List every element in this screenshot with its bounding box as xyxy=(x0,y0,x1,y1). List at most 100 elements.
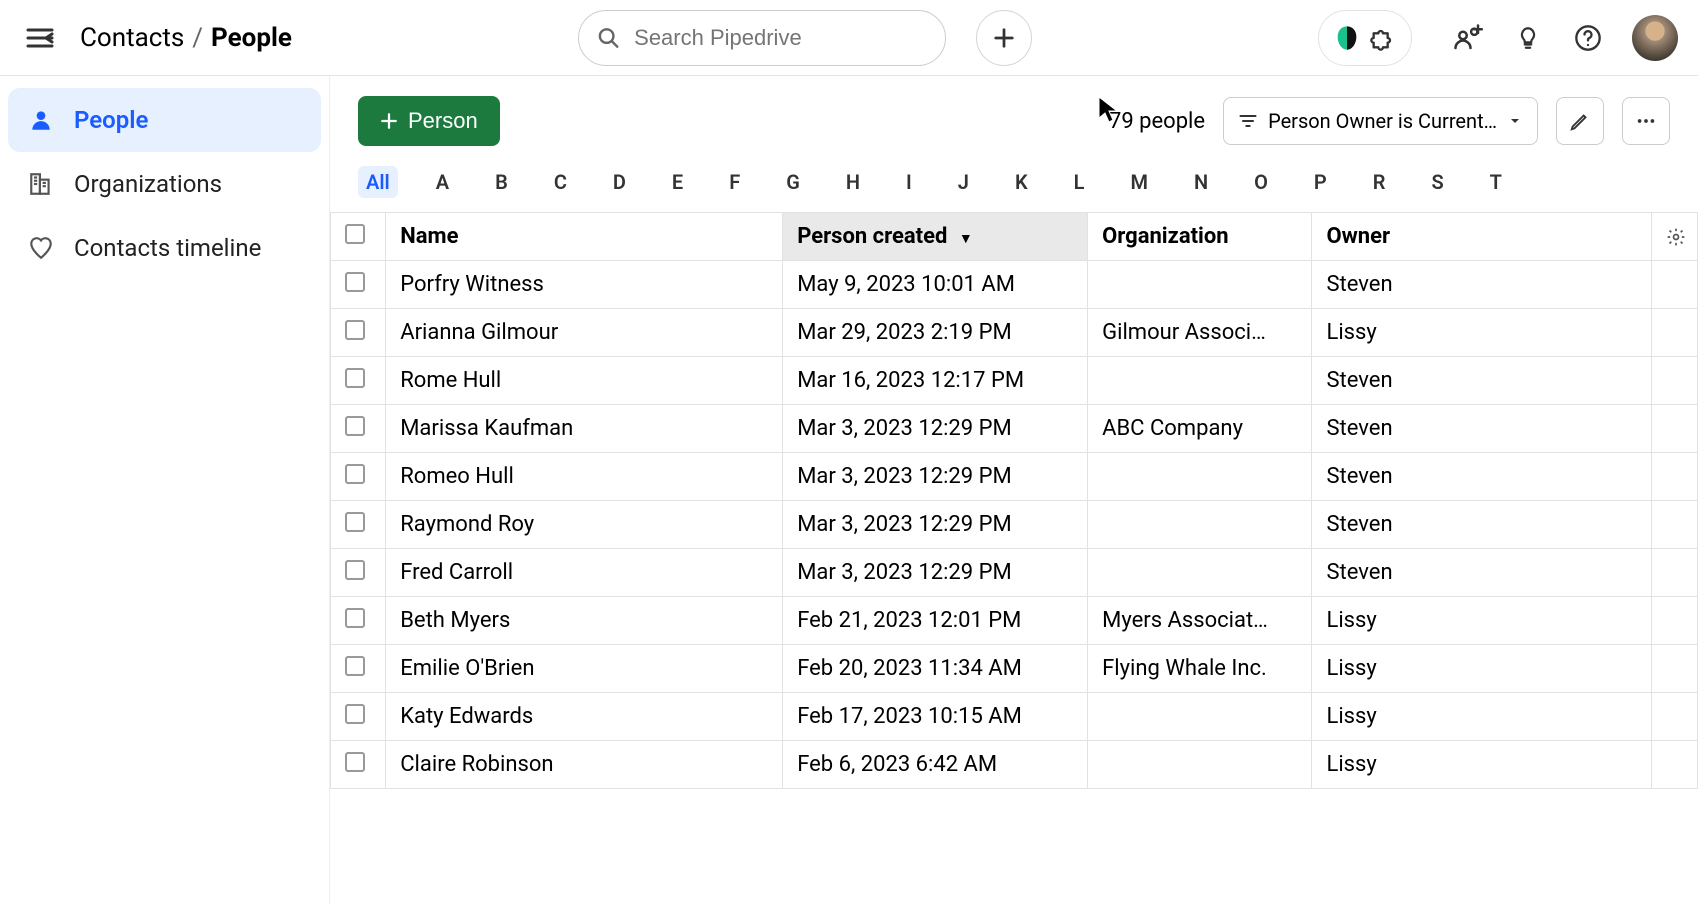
row-checkbox[interactable] xyxy=(345,320,365,340)
cell-name[interactable]: Raymond Roy xyxy=(386,501,783,549)
help-button[interactable] xyxy=(1572,22,1604,54)
table-row[interactable]: Rome HullMar 16, 2023 12:17 PMSteven xyxy=(331,357,1698,405)
table-row[interactable]: Fred CarrollMar 3, 2023 12:29 PMSteven xyxy=(331,549,1698,597)
row-select-cell[interactable] xyxy=(331,741,386,789)
row-select-cell[interactable] xyxy=(331,453,386,501)
cell-name[interactable]: Beth Myers xyxy=(386,597,783,645)
cell-name[interactable]: Marissa Kaufman xyxy=(386,405,783,453)
cell-owner[interactable]: Lissy xyxy=(1312,309,1651,357)
cell-organization[interactable]: ABC Company xyxy=(1088,405,1312,453)
sidebar-item-organizations[interactable]: Organizations xyxy=(8,152,321,216)
more-options-button[interactable] xyxy=(1622,97,1670,145)
sidebar-item-timeline[interactable]: Contacts timeline xyxy=(8,216,321,280)
alpha-letter-l[interactable]: L xyxy=(1066,166,1093,198)
row-select-cell[interactable] xyxy=(331,405,386,453)
alpha-letter-k[interactable]: K xyxy=(1007,166,1036,198)
alpha-letter-p[interactable]: P xyxy=(1306,166,1335,198)
edit-columns-button[interactable] xyxy=(1556,97,1604,145)
table-row[interactable]: Beth MyersFeb 21, 2023 12:01 PMMyers Ass… xyxy=(331,597,1698,645)
alpha-letter-e[interactable]: E xyxy=(664,166,691,198)
search-container[interactable] xyxy=(578,10,946,66)
row-checkbox[interactable] xyxy=(345,752,365,772)
row-checkbox[interactable] xyxy=(345,560,365,580)
user-avatar[interactable] xyxy=(1632,15,1678,61)
alpha-letter-g[interactable]: G xyxy=(778,166,808,198)
row-checkbox[interactable] xyxy=(345,464,365,484)
tips-button[interactable] xyxy=(1512,22,1544,54)
add-person-button[interactable]: Person xyxy=(358,96,500,146)
invite-users-button[interactable] xyxy=(1452,22,1484,54)
cell-name[interactable]: Fred Carroll xyxy=(386,549,783,597)
alpha-letter-i[interactable]: I xyxy=(898,166,920,198)
cell-name[interactable]: Arianna Gilmour xyxy=(386,309,783,357)
cell-organization[interactable]: Gilmour Associ… xyxy=(1088,309,1312,357)
alpha-letter-c[interactable]: C xyxy=(546,166,575,198)
row-select-cell[interactable] xyxy=(331,309,386,357)
cell-organization[interactable]: Myers Associat… xyxy=(1088,597,1312,645)
cell-owner[interactable]: Steven xyxy=(1312,357,1651,405)
cell-organization[interactable] xyxy=(1088,261,1312,309)
table-row[interactable]: Emilie O'BrienFeb 20, 2023 11:34 AMFlyin… xyxy=(331,645,1698,693)
cell-organization[interactable] xyxy=(1088,453,1312,501)
table-row[interactable]: Claire RobinsonFeb 6, 2023 6:42 AMLissy xyxy=(331,741,1698,789)
select-all-header[interactable] xyxy=(331,213,386,261)
row-select-cell[interactable] xyxy=(331,597,386,645)
cell-name[interactable]: Katy Edwards xyxy=(386,693,783,741)
row-checkbox[interactable] xyxy=(345,416,365,436)
table-row[interactable]: Porfry WitnessMay 9, 2023 10:01 AMSteven xyxy=(331,261,1698,309)
row-select-cell[interactable] xyxy=(331,645,386,693)
cell-name[interactable]: Rome Hull xyxy=(386,357,783,405)
cell-organization[interactable]: Flying Whale Inc. xyxy=(1088,645,1312,693)
table-row[interactable]: Arianna GilmourMar 29, 2023 2:19 PMGilmo… xyxy=(331,309,1698,357)
column-organization[interactable]: Organization xyxy=(1088,213,1312,261)
alpha-letter-s[interactable]: S xyxy=(1423,166,1451,198)
menu-toggle-button[interactable] xyxy=(20,18,60,58)
add-button[interactable] xyxy=(976,10,1032,66)
alpha-letter-d[interactable]: D xyxy=(605,166,634,198)
cell-name[interactable]: Emilie O'Brien xyxy=(386,645,783,693)
cell-owner[interactable]: Steven xyxy=(1312,453,1651,501)
sidebar-item-people[interactable]: People xyxy=(8,88,321,152)
column-settings[interactable] xyxy=(1651,213,1697,261)
alpha-letter-f[interactable]: F xyxy=(721,166,748,198)
alpha-letter-n[interactable]: N xyxy=(1186,166,1216,198)
row-checkbox[interactable] xyxy=(345,368,365,388)
breadcrumb-root[interactable]: Contacts xyxy=(80,23,184,53)
cell-organization[interactable] xyxy=(1088,693,1312,741)
table-row[interactable]: Raymond RoyMar 3, 2023 12:29 PMSteven xyxy=(331,501,1698,549)
alpha-all[interactable]: All xyxy=(358,166,398,198)
alpha-letter-m[interactable]: M xyxy=(1122,166,1156,198)
alpha-letter-j[interactable]: J xyxy=(950,166,977,198)
table-row[interactable]: Marissa KaufmanMar 3, 2023 12:29 PMABC C… xyxy=(331,405,1698,453)
select-all-checkbox[interactable] xyxy=(345,224,365,244)
row-select-cell[interactable] xyxy=(331,261,386,309)
row-select-cell[interactable] xyxy=(331,693,386,741)
row-checkbox[interactable] xyxy=(345,608,365,628)
alpha-letter-a[interactable]: A xyxy=(428,166,457,198)
row-checkbox[interactable] xyxy=(345,512,365,532)
cell-organization[interactable] xyxy=(1088,741,1312,789)
cell-name[interactable]: Claire Robinson xyxy=(386,741,783,789)
column-owner[interactable]: Owner xyxy=(1312,213,1651,261)
row-select-cell[interactable] xyxy=(331,501,386,549)
cell-owner[interactable]: Lissy xyxy=(1312,741,1651,789)
row-checkbox[interactable] xyxy=(345,272,365,292)
table-row[interactable]: Romeo HullMar 3, 2023 12:29 PMSteven xyxy=(331,453,1698,501)
cell-owner[interactable]: Steven xyxy=(1312,261,1651,309)
cell-owner[interactable]: Steven xyxy=(1312,405,1651,453)
alpha-letter-r[interactable]: R xyxy=(1365,166,1394,198)
cell-owner[interactable]: Lissy xyxy=(1312,645,1651,693)
filter-dropdown[interactable]: Person Owner is Current… xyxy=(1223,97,1538,145)
row-select-cell[interactable] xyxy=(331,357,386,405)
row-checkbox[interactable] xyxy=(345,656,365,676)
alpha-letter-o[interactable]: O xyxy=(1246,166,1276,198)
cell-name[interactable]: Romeo Hull xyxy=(386,453,783,501)
sales-assistant-button[interactable] xyxy=(1318,10,1412,66)
column-name[interactable]: Name xyxy=(386,213,783,261)
column-created[interactable]: Person created ▼ xyxy=(783,213,1088,261)
cell-owner[interactable]: Lissy xyxy=(1312,693,1651,741)
cell-organization[interactable] xyxy=(1088,501,1312,549)
cell-organization[interactable] xyxy=(1088,357,1312,405)
alpha-letter-t[interactable]: T xyxy=(1482,166,1510,198)
cell-owner[interactable]: Lissy xyxy=(1312,597,1651,645)
